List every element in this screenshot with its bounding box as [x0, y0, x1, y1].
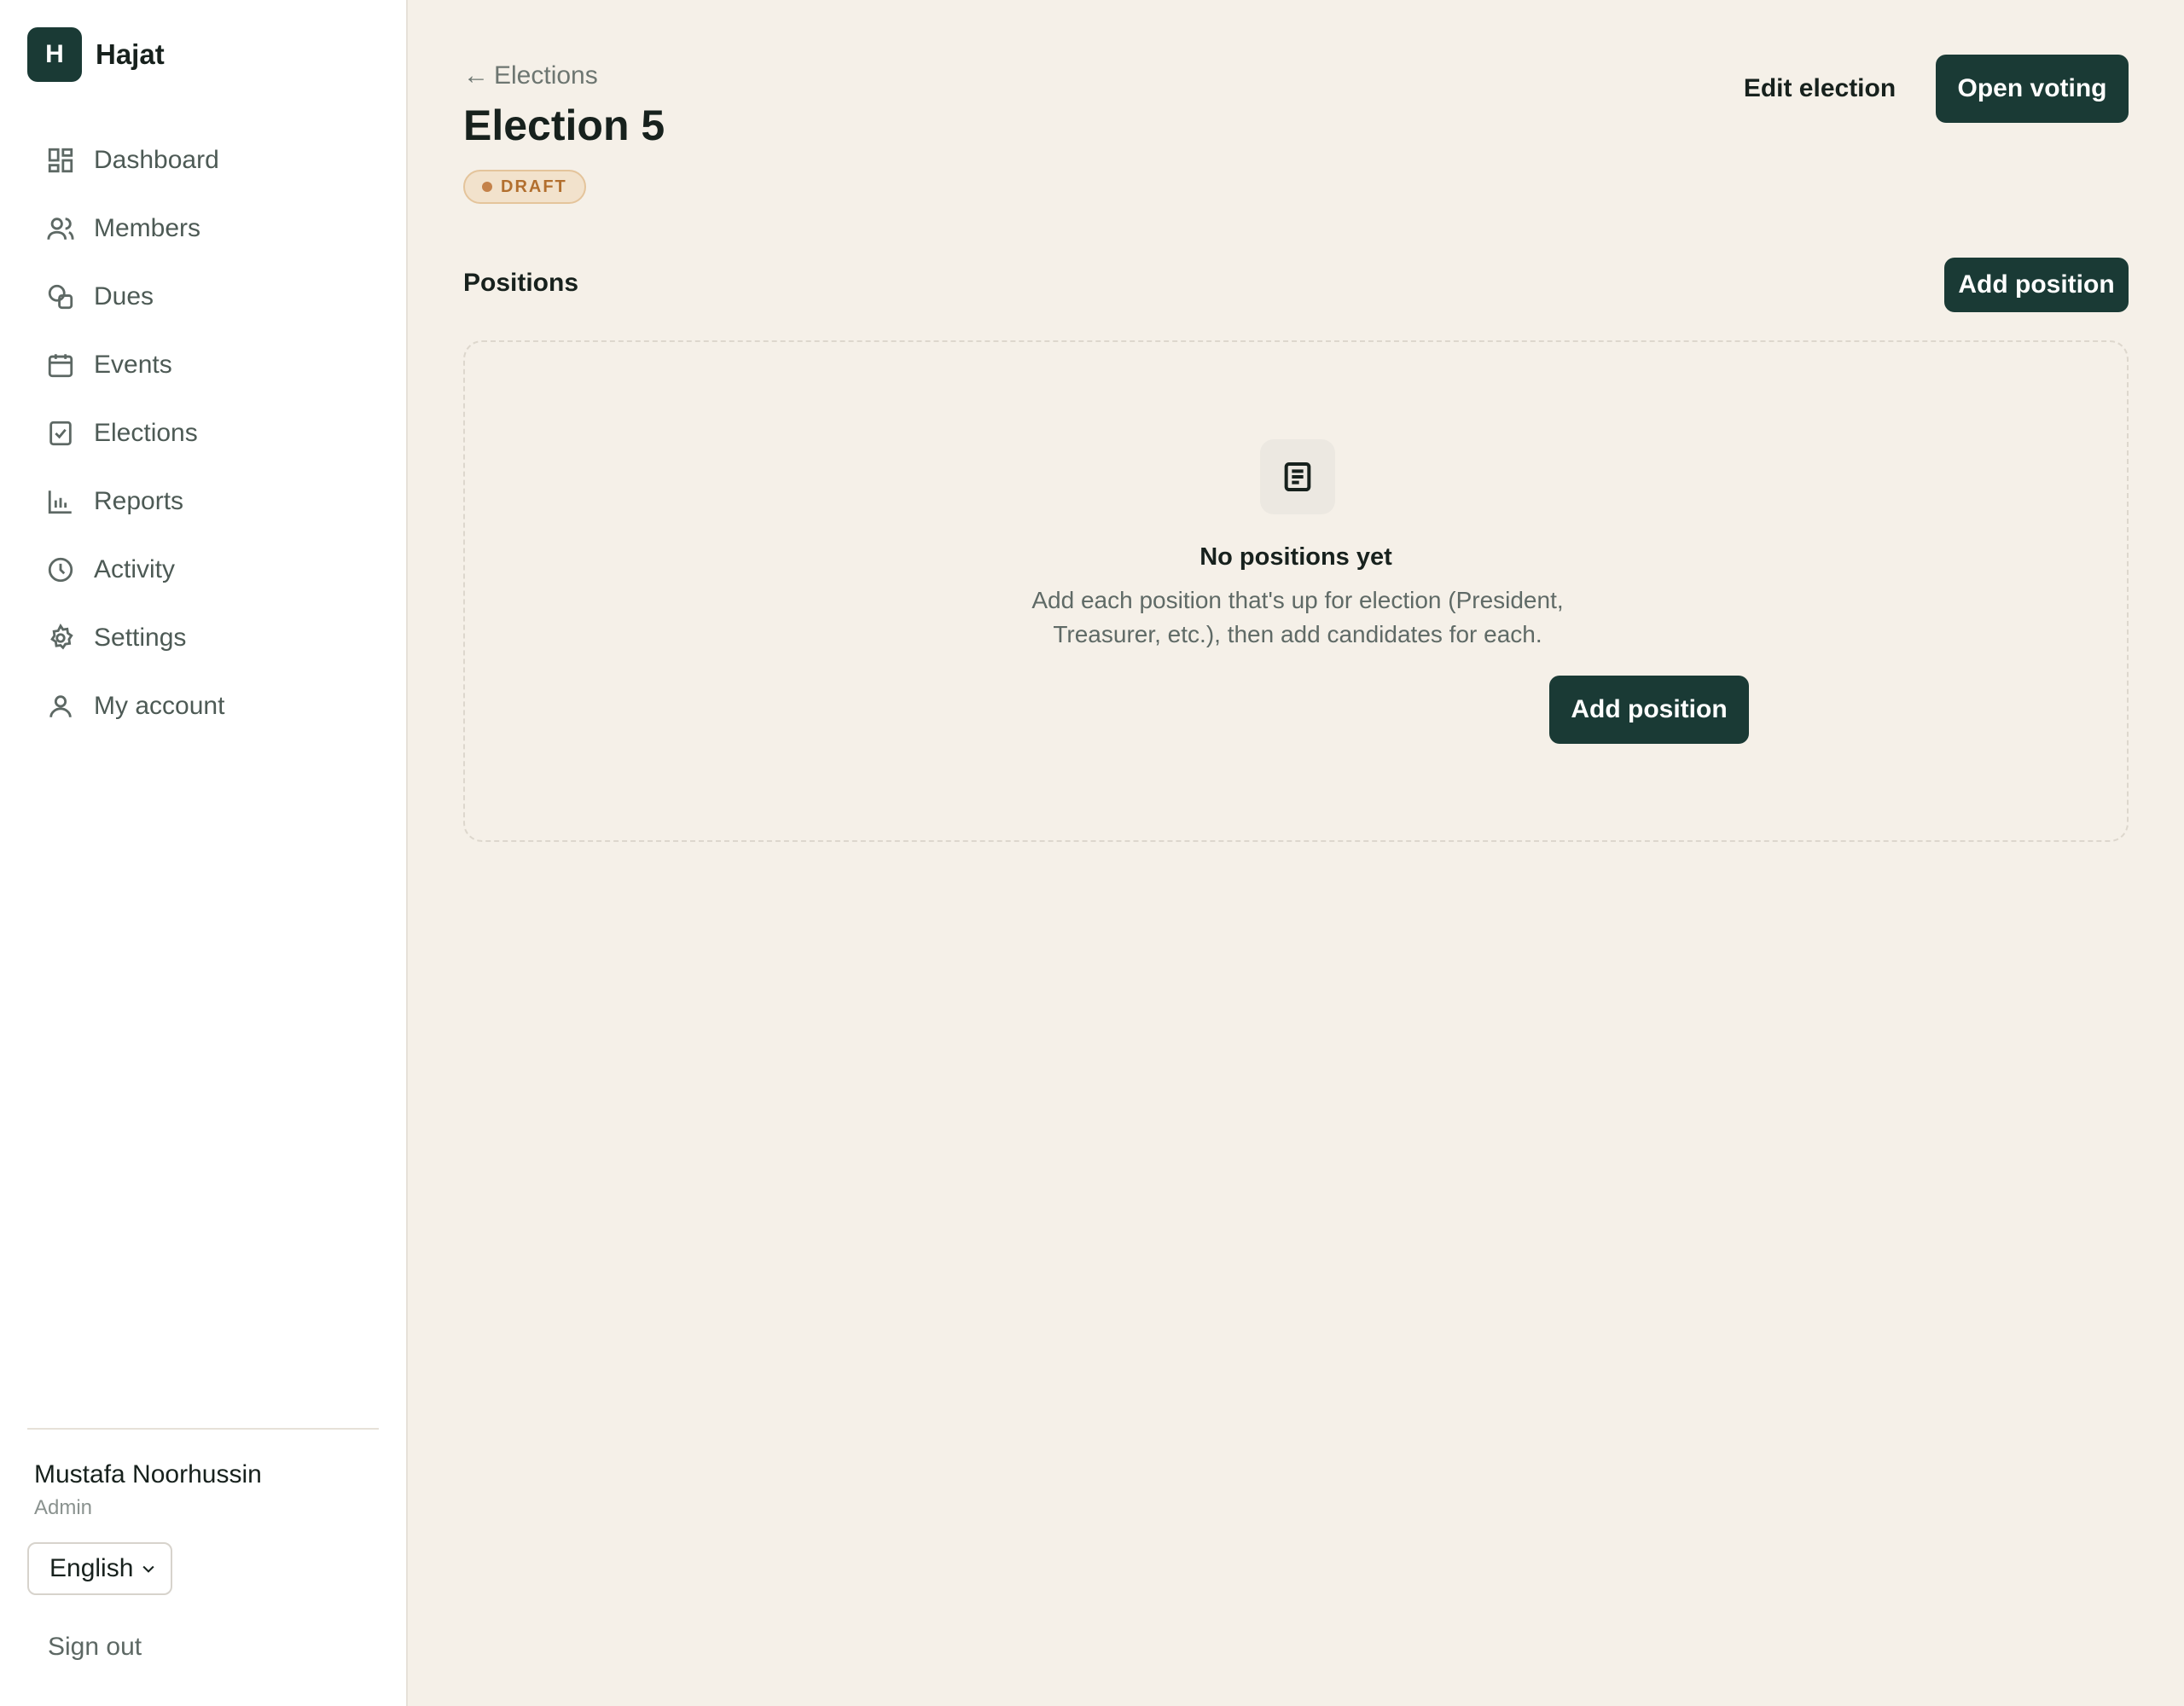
status-dot-icon [482, 182, 492, 192]
document-list-icon [1260, 439, 1335, 514]
sidebar-item-label: Settings [94, 624, 187, 652]
sidebar-item-label: Reports [94, 487, 184, 515]
arrow-left-icon: ← [463, 61, 489, 90]
sidebar-item-dashboard[interactable]: Dashboard [27, 126, 379, 194]
members-icon [47, 218, 74, 240]
dues-icon [48, 284, 73, 310]
brand[interactable]: H Hajat [27, 27, 379, 82]
sidebar-item-label: Dashboard [94, 146, 219, 174]
sidebar-item-dues[interactable]: Dues [27, 263, 379, 331]
language-selected: English [49, 1554, 134, 1582]
sidebar-item-activity[interactable]: Activity [27, 536, 379, 604]
bar-chart-icon [48, 490, 72, 514]
positions-empty-state: No positions yet Add each position that'… [463, 340, 2129, 842]
page-title: Election 5 [463, 102, 665, 149]
status-label: DRAFT [501, 177, 567, 196]
user-icon [49, 695, 72, 717]
user-name: Mustafa Noorhussin [34, 1460, 262, 1488]
status-badge: DRAFT [463, 170, 586, 204]
sidebar-item-label: Members [94, 214, 201, 242]
sign-out-link[interactable]: Sign out [27, 1633, 379, 1662]
sidebar-item-events[interactable]: Events [27, 331, 379, 399]
empty-state-title: No positions yet [1199, 543, 1392, 571]
gear-icon [50, 624, 73, 650]
sidebar-item-reports[interactable]: Reports [27, 467, 379, 536]
user-role: Admin [34, 1496, 93, 1519]
sidebar: H Hajat Dashboard Members Dues Events El… [0, 0, 408, 1706]
sidebar-item-label: Dues [94, 282, 154, 310]
brand-name: Hajat [96, 38, 165, 70]
sidebar-item-label: Events [94, 351, 172, 379]
calendar-icon [48, 354, 73, 378]
chevron-down-icon [142, 1565, 154, 1573]
back-link[interactable]: ← Elections [463, 61, 598, 90]
brand-logo: H [27, 27, 82, 82]
language-select[interactable]: English [27, 1542, 172, 1595]
sidebar-item-elections[interactable]: Elections [27, 399, 379, 467]
sidebar-item-label: Elections [94, 419, 198, 447]
add-position-button[interactable]: Add position [1944, 258, 2129, 312]
sidebar-item-my-account[interactable]: My account [27, 672, 379, 740]
empty-state-description: Add each position that's up for election… [1031, 587, 1564, 647]
open-voting-button[interactable]: Open voting [1936, 55, 2129, 123]
sidebar-nav: Dashboard Members Dues Events Elections … [27, 126, 379, 740]
back-link-label: Elections [494, 61, 598, 90]
clock-icon [48, 557, 73, 583]
dashboard-icon [48, 148, 73, 173]
sidebar-footer: Mustafa Noorhussin Admin English Sign ou… [27, 1428, 379, 1662]
ballot-check-icon [49, 421, 72, 446]
sidebar-item-members[interactable]: Members [27, 194, 379, 263]
sidebar-item-settings[interactable]: Settings [27, 604, 379, 672]
sidebar-item-label: Activity [94, 555, 176, 583]
positions-heading: Positions [463, 269, 579, 297]
add-position-empty-button[interactable]: Add position [1549, 676, 1749, 744]
main-content: ← Elections Election 5 DRAFT Edit electi… [408, 0, 2184, 1706]
sidebar-item-label: My account [94, 692, 225, 720]
edit-election-button[interactable]: Edit election [1734, 55, 1905, 123]
